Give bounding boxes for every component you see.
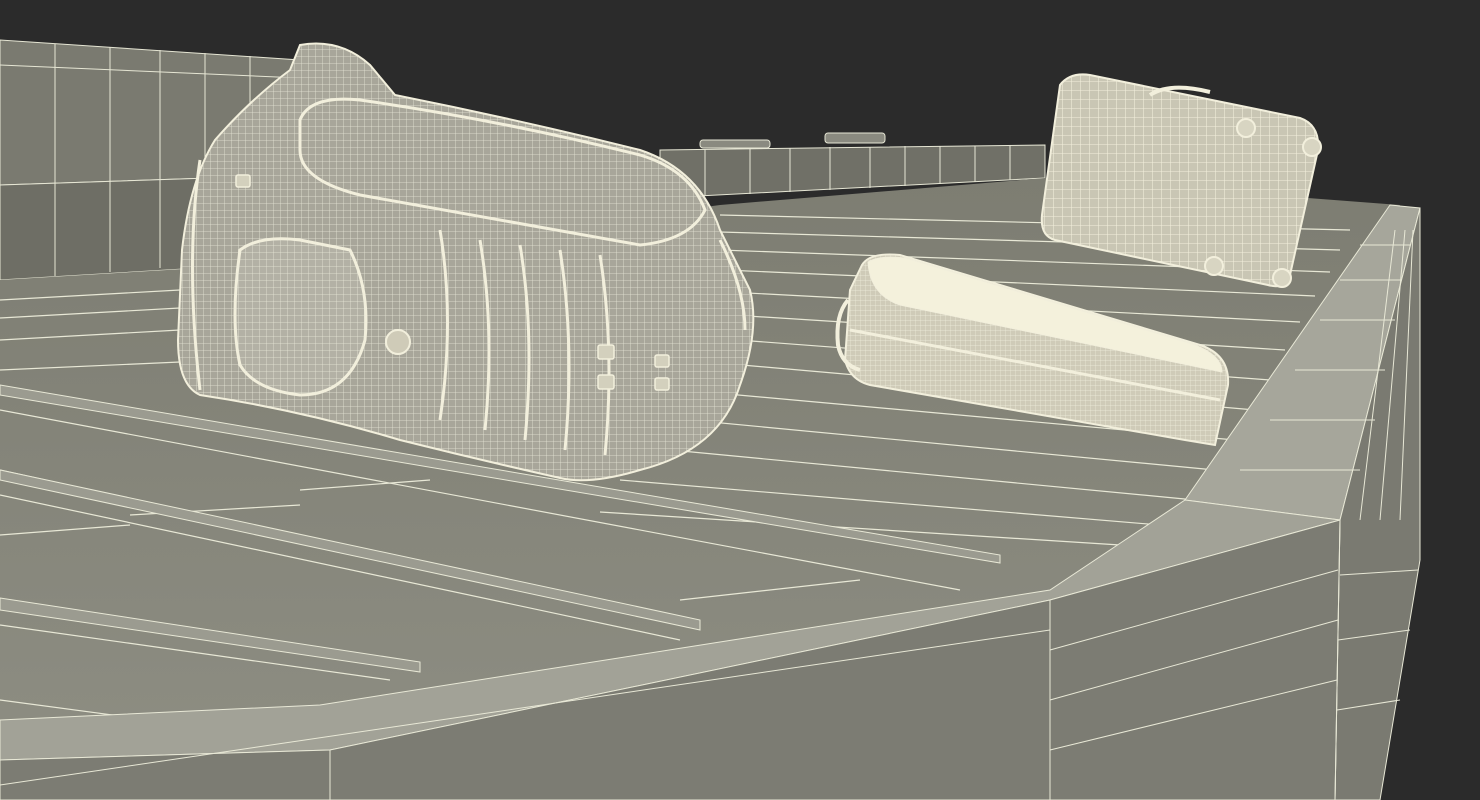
wireframe-render: [0, 0, 1480, 800]
